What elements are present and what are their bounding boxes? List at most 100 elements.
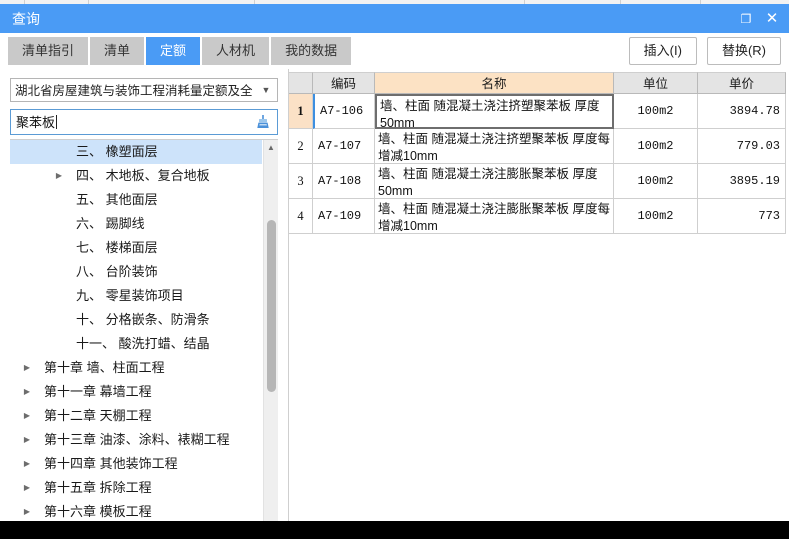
table-row[interactable]: 2 A7-107 墙、柱面 随混凝土浇注挤塑聚苯板 厚度每增减10mm 100m2 77… [289, 129, 786, 164]
replace-button[interactable]: 替换(R) [706, 37, 781, 65]
cell-price[interactable]: 779.03 [698, 129, 786, 164]
tree-scrollbar-thumb[interactable] [267, 220, 276, 392]
cell-idx[interactable]: 3 [289, 164, 313, 199]
column-header-idx[interactable] [289, 72, 313, 94]
close-icon[interactable]: ✕ [763, 10, 781, 28]
cell-unit[interactable]: 100m2 [614, 94, 698, 129]
cell-name[interactable]: 墙、柱面 随混凝土浇注膨胀聚苯板 厚度50mm [375, 164, 614, 199]
cell-code[interactable]: A7-109 [313, 199, 375, 234]
cell-text: 2 [297, 138, 304, 153]
tree-item-label: 十一、 酸洗打蜡、结晶 [76, 336, 210, 351]
library-select[interactable]: 湖北省房屋建筑与装饰工程消耗量定额及全费用 ▼ [10, 78, 278, 102]
cell-text: A7-108 [318, 174, 362, 188]
cell-price[interactable]: 773 [698, 199, 786, 234]
tab-qingdan[interactable]: 清单 [90, 37, 145, 65]
results-grid: 编码 名称 单位 单价 1 A7-106 墙、柱面 随混凝土浇注挤塑聚苯板 厚度50mm 1… [288, 69, 789, 521]
column-header-code[interactable]: 编码 [313, 72, 375, 94]
tree-item[interactable]: ▶ 第十章 墙、柱面工程 [10, 356, 262, 380]
cell-code[interactable]: A7-107 [313, 129, 375, 164]
screen: G 查询 ❐ ✕ 清单指引清单定额人材机我的数据 插入(I)替换(R) 湖北省房… [0, 0, 789, 539]
cell-price[interactable]: 3894.78 [698, 94, 786, 129]
cell-idx[interactable]: 4 [289, 199, 313, 234]
tree-item-label: 十、 分格嵌条、防滑条 [76, 312, 210, 327]
tree-item[interactable]: 三、 橡塑面层 [10, 140, 262, 164]
table-row[interactable]: 3 A7-108 墙、柱面 随混凝土浇注膨胀聚苯板 厚度50mm 100m2 3895.… [289, 164, 786, 199]
cell-text: 100m2 [637, 209, 674, 223]
cell-name[interactable]: 墙、柱面 随混凝土浇注膨胀聚苯板 厚度每增减10mm [375, 199, 614, 234]
tree-item-label: 第十二章 天棚工程 [44, 408, 152, 423]
cell-unit[interactable]: 100m2 [614, 129, 698, 164]
chevron-down-icon[interactable]: ▼ [258, 79, 274, 101]
search-input[interactable]: 聚苯板 [10, 109, 278, 135]
cell-idx[interactable]: 1 [289, 94, 313, 129]
dialog-title: 查询 [12, 11, 40, 27]
tree-item[interactable]: ▶ 第十二章 天棚工程 [10, 404, 262, 428]
cell-unit[interactable]: 100m2 [614, 164, 698, 199]
text-caret [56, 115, 58, 129]
table-row[interactable]: 1 A7-106 墙、柱面 随混凝土浇注挤塑聚苯板 厚度50mm 100m2 3894.… [289, 94, 786, 129]
tree-item[interactable]: ▶ 第十一章 幕墙工程 [10, 380, 262, 404]
tree-item-label: 七、 楼梯面层 [76, 240, 158, 255]
tree-item[interactable]: 七、 楼梯面层 [10, 236, 262, 260]
tree-item[interactable]: 十一、 酸洗打蜡、结晶 [10, 332, 262, 356]
tree-scrollbar[interactable]: ▲ [263, 140, 278, 539]
tab-my-data[interactable]: 我的数据 [271, 37, 352, 65]
tree-item-label: 九、 零星装饰项目 [76, 288, 184, 303]
tree-item[interactable]: 六、 踢脚线 [10, 212, 262, 236]
expander-icon[interactable]: ▶ [20, 452, 34, 476]
broom-icon[interactable] [255, 113, 273, 131]
dialog-titlebar: 查询 ❐ ✕ [0, 4, 789, 33]
cell-text: A7-109 [318, 209, 362, 223]
expander-icon[interactable]: ▶ [52, 164, 66, 188]
search-input-value: 聚苯板 [16, 113, 236, 132]
tab-dinge[interactable]: 定额 [146, 37, 201, 65]
tree-item[interactable]: 八、 台阶装饰 [10, 260, 262, 284]
maximize-icon[interactable]: ❐ [737, 10, 755, 28]
column-header-name[interactable]: 名称 [375, 72, 614, 94]
category-tree-list: 三、 橡塑面层 ▶ 四、 木地板、复合地板五、 其他面层六、 踢脚线七、 楼梯面层八… [10, 140, 262, 539]
left-panel: 湖北省房屋建筑与装饰工程消耗量定额及全费用 ▼ 聚苯板 三、 橡塑面层 ▶ 四、 木… [0, 69, 288, 539]
results-grid-header: 编码 名称 单位 单价 [289, 72, 786, 94]
cell-code[interactable]: A7-106 [313, 94, 375, 129]
column-header-price[interactable]: 单价 [698, 72, 786, 94]
table-row[interactable]: 4 A7-109 墙、柱面 随混凝土浇注膨胀聚苯板 厚度每增减10mm 100m2 77… [289, 199, 786, 234]
chevron-up-icon[interactable]: ▲ [264, 140, 278, 156]
cell-text: 3895.19 [729, 174, 780, 188]
tree-item[interactable]: 五、 其他面层 [10, 188, 262, 212]
insert-button[interactable]: 插入(I) [628, 37, 697, 65]
tree-item[interactable]: 九、 零星装饰项目 [10, 284, 262, 308]
tab-rencaiji[interactable]: 人材机 [202, 37, 270, 65]
tree-item[interactable]: ▶ 第十五章 拆除工程 [10, 476, 262, 500]
tree-item[interactable]: ▶ 第十四章 其他装饰工程 [10, 452, 262, 476]
expander-icon[interactable]: ▶ [20, 476, 34, 500]
expander-icon[interactable]: ▶ [20, 428, 34, 452]
column-header-unit[interactable]: 单位 [614, 72, 698, 94]
cell-price[interactable]: 3895.19 [698, 164, 786, 199]
tab-qingdan-zhiyin[interactable]: 清单指引 [8, 37, 89, 65]
cell-code[interactable]: A7-108 [313, 164, 375, 199]
expander-icon[interactable]: ▶ [20, 380, 34, 404]
toolbar-actions: 插入(I) 替换(R) [619, 37, 781, 65]
tree-item[interactable]: ▶ 四、 木地板、复合地板 [10, 164, 262, 188]
cell-text: 3894.78 [729, 104, 780, 118]
cell-name[interactable]: 墙、柱面 随混凝土浇注挤塑聚苯板 厚度50mm [375, 94, 614, 129]
tree-item-label: 三、 橡塑面层 [76, 144, 158, 159]
expander-icon[interactable]: ▶ [20, 356, 34, 380]
category-tree[interactable]: 三、 橡塑面层 ▶ 四、 木地板、复合地板五、 其他面层六、 踢脚线七、 楼梯面层八… [10, 139, 278, 539]
tree-item-label: 第十三章 油漆、涂料、裱糊工程 [44, 432, 230, 447]
cell-idx[interactable]: 2 [289, 129, 313, 164]
cell-unit[interactable]: 100m2 [614, 199, 698, 234]
cell-text: 3 [297, 173, 304, 188]
tree-item[interactable]: ▶ 第十三章 油漆、涂料、裱糊工程 [10, 428, 262, 452]
tree-item-label: 五、 其他面层 [76, 192, 158, 207]
cell-text: A7-106 [320, 104, 364, 118]
dialog-toolbar: 清单指引 清单 定额 人材机 我的数据 插入(I) 替换(R) [0, 33, 789, 69]
bottom-black-bar [0, 521, 789, 539]
cell-text: A7-107 [318, 139, 362, 153]
expander-icon[interactable]: ▶ [20, 404, 34, 428]
cell-text: 779.03 [736, 139, 780, 153]
query-dialog: 查询 ❐ ✕ 清单指引 清单 定额 人材机 我的数据 插入(I) 替换(R) 湖北省房屋建… [0, 4, 789, 539]
cell-text: 100m2 [637, 104, 674, 118]
tree-item[interactable]: 十、 分格嵌条、防滑条 [10, 308, 262, 332]
cell-name[interactable]: 墙、柱面 随混凝土浇注挤塑聚苯板 厚度每增减10mm [375, 129, 614, 164]
